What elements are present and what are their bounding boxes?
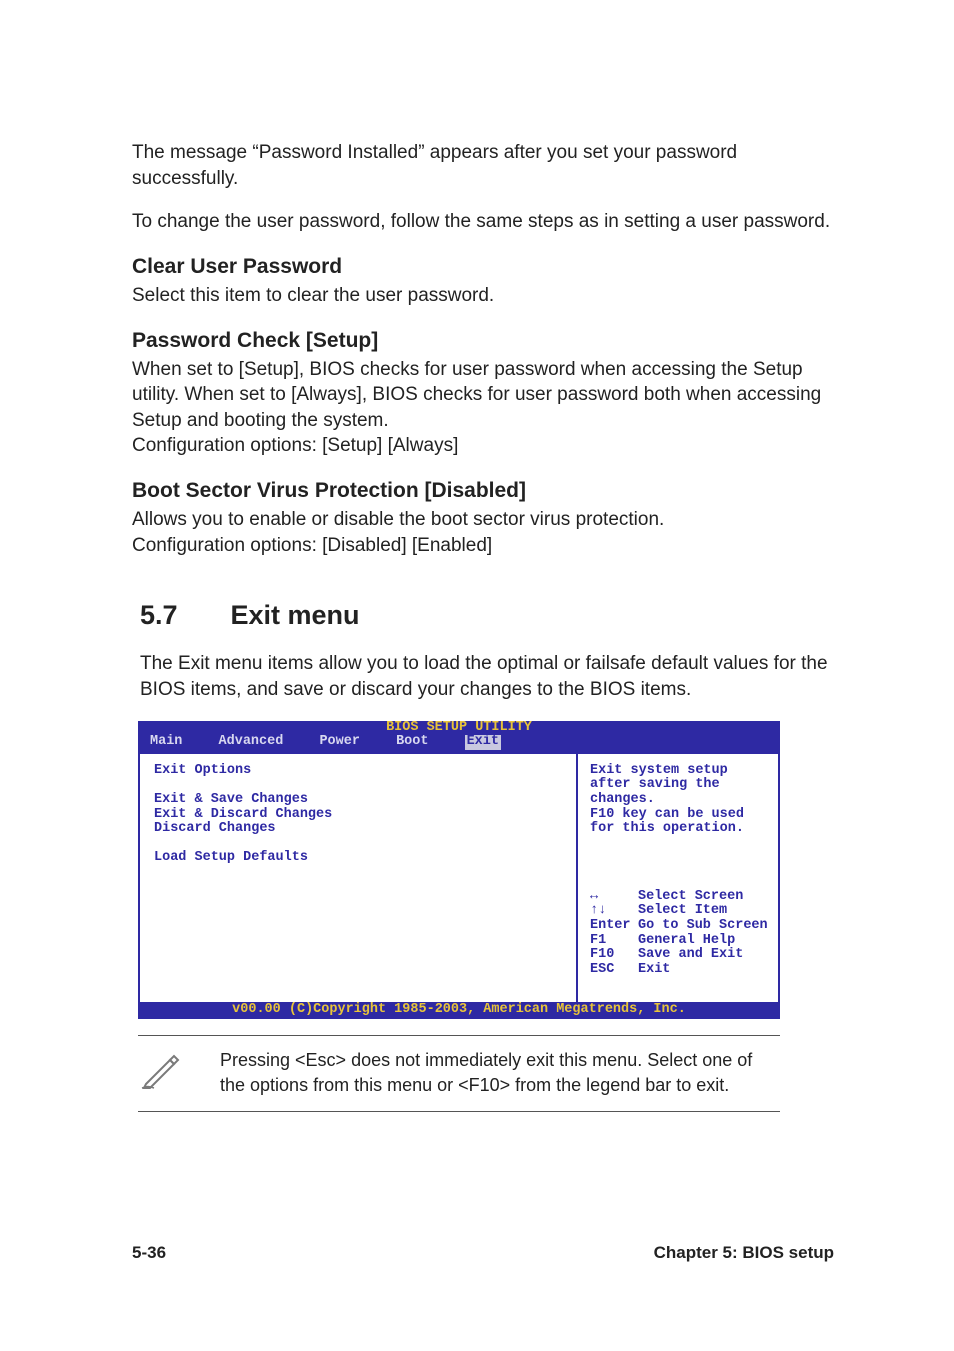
body-password-check-1: When set to [Setup], BIOS checks for use… <box>132 357 834 434</box>
bios-left-pane: Exit Options Exit & Save Changes Exit & … <box>140 752 578 1002</box>
subhead-boot-sector: Boot Sector Virus Protection [Disabled] <box>132 479 834 503</box>
bios-item-discard-exit: Exit & Discard Changes <box>154 808 566 823</box>
bios-help-line: for this operation. <box>590 822 768 837</box>
body-clear-user-password: Select this item to clear the user passw… <box>132 283 834 309</box>
note-callout: Pressing <Esc> does not immediately exit… <box>138 1035 780 1112</box>
bios-key-row: F10Save and Exit <box>590 948 768 963</box>
bios-title: BIOS SETUP UTILITY <box>138 721 780 736</box>
body-boot-sector-2: Configuration options: [Disabled] [Enabl… <box>132 533 834 559</box>
bios-help-line: after saving the <box>590 778 768 793</box>
bios-left-heading: Exit Options <box>154 764 566 779</box>
bios-right-pane: Exit system setup after saving the chang… <box>578 752 778 1002</box>
bios-key-row: ESCExit <box>590 963 768 978</box>
note-text: Pressing <Esc> does not immediately exit… <box>220 1048 780 1097</box>
bios-help-line: Exit system setup <box>590 764 768 779</box>
page-number: 5-36 <box>132 1243 166 1263</box>
body-password-check-2: Configuration options: [Setup] [Always] <box>132 433 834 459</box>
body-boot-sector-1: Allows you to enable or disable the boot… <box>132 507 834 533</box>
pencil-icon <box>140 1046 184 1090</box>
chapter-label: Chapter 5: BIOS setup <box>654 1243 834 1263</box>
bios-footer: v00.00 (C)Copyright 1985-2003, American … <box>138 1002 780 1020</box>
bios-help-line: F10 key can be used <box>590 808 768 823</box>
bios-key-row: ↔Select Screen <box>590 890 768 905</box>
paragraph-intro-2: To change the user password, follow the … <box>132 209 834 235</box>
bios-tab-exit: Exit <box>465 735 501 750</box>
bios-tab-main: Main <box>150 735 182 750</box>
bios-item-defaults: Load Setup Defaults <box>154 851 566 866</box>
bios-tab-boot: Boot <box>396 735 428 750</box>
subhead-password-check: Password Check [Setup] <box>132 329 834 353</box>
bios-tabs: Main Advanced Power Boot Exit <box>138 735 780 752</box>
paragraph-intro-1: The message “Password Installed” appears… <box>132 140 834 191</box>
bios-key-row: F1General Help <box>590 934 768 949</box>
subhead-clear-user-password: Clear User Password <box>132 255 834 279</box>
bios-item-discard: Discard Changes <box>154 822 566 837</box>
bios-help-line: changes. <box>590 793 768 808</box>
bios-tab-power: Power <box>319 735 360 750</box>
bios-tab-advanced: Advanced <box>219 735 284 750</box>
section-number: 5.7 <box>140 600 226 631</box>
bios-screenshot: BIOS SETUP UTILITY Main Advanced Power B… <box>138 721 780 1020</box>
bios-key-row: EnterGo to Sub Screen <box>590 919 768 934</box>
section-title: Exit menu <box>230 600 359 630</box>
bios-key-row: ↑↓Select Item <box>590 904 768 919</box>
section-body: The Exit menu items allow you to load th… <box>140 651 834 702</box>
bios-item-save: Exit & Save Changes <box>154 793 566 808</box>
